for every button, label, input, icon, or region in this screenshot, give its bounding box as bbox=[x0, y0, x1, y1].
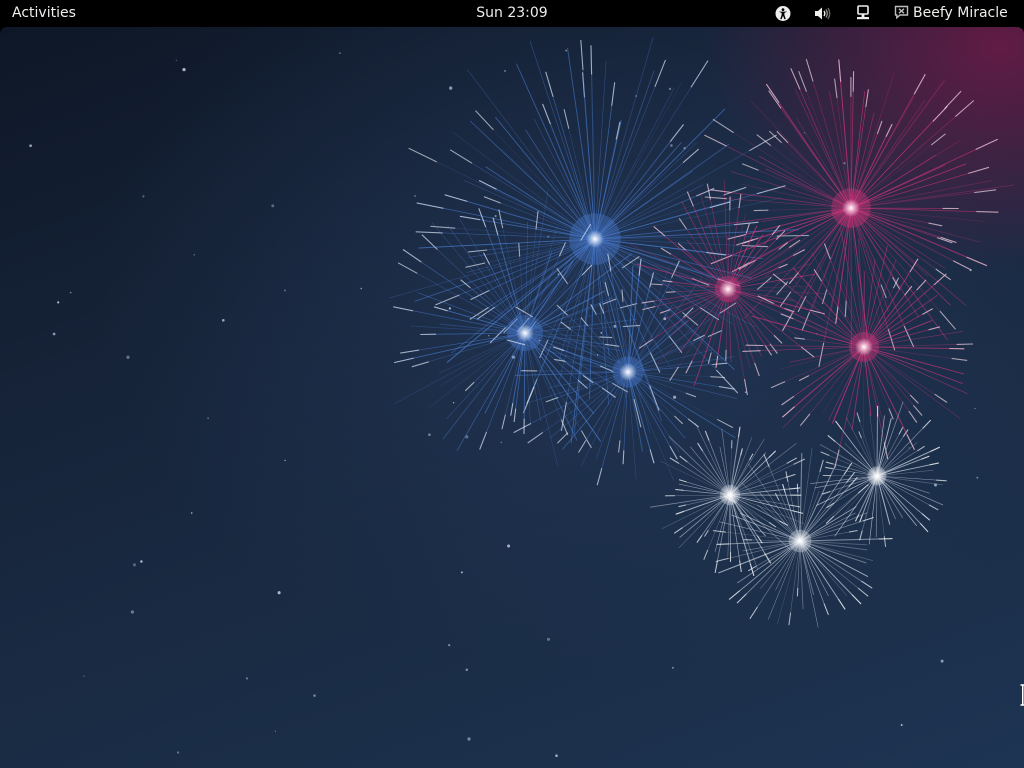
desktop-background bbox=[0, 27, 1024, 768]
stars bbox=[29, 49, 979, 757]
accessibility-icon[interactable] bbox=[773, 4, 793, 23]
firework-burst bbox=[742, 229, 974, 469]
user-menu[interactable]: Beefy Miracle bbox=[894, 5, 1008, 21]
gnome-shell-screen: Activities Sun 23:09 Beefy Miracle bbox=[0, 0, 1024, 768]
user-status-icon bbox=[894, 5, 909, 20]
text-cursor-pointer-icon bbox=[1020, 684, 1024, 706]
user-name: Beefy Miracle bbox=[913, 5, 1008, 21]
firework-burst bbox=[704, 58, 1015, 368]
volume-icon[interactable] bbox=[812, 4, 832, 23]
network-wired-icon[interactable] bbox=[853, 4, 873, 23]
firework-burst bbox=[712, 447, 893, 628]
firework-burst bbox=[630, 180, 833, 396]
fireworks-wallpaper bbox=[29, 36, 1015, 757]
top-bar: Activities Sun 23:09 Beefy Miracle bbox=[0, 0, 1024, 27]
clock-button[interactable]: Sun 23:09 bbox=[476, 5, 547, 21]
activities-button[interactable]: Activities bbox=[12, 5, 76, 21]
